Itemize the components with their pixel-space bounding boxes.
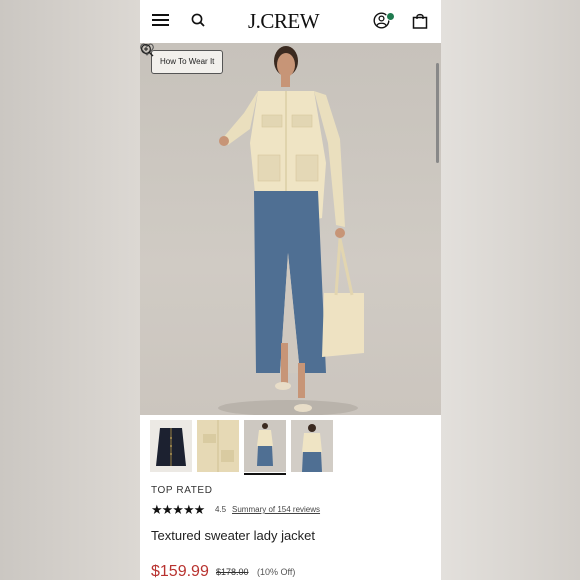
product-hero-image[interactable]: How To Wear It bbox=[140, 43, 441, 415]
reviews-summary-link[interactable]: Summary of 154 reviews bbox=[232, 505, 320, 514]
selected-thumbnail-indicator bbox=[244, 473, 286, 475]
thumbnail-image bbox=[244, 420, 286, 472]
thumbnail-image bbox=[150, 420, 192, 472]
background-left bbox=[0, 0, 140, 580]
rating-stars: ★★★★★ bbox=[151, 502, 205, 517]
rating-value: 4.5 bbox=[215, 505, 227, 514]
shopping-bag-icon[interactable] bbox=[412, 13, 428, 29]
top-rated-badge: TOP RATED bbox=[151, 485, 213, 496]
discount-label: (10% Off) bbox=[257, 567, 296, 577]
model-photo bbox=[218, 46, 364, 415]
thumbnail-jacket-detail[interactable] bbox=[197, 420, 239, 472]
site-header: J.CREW bbox=[140, 0, 441, 43]
product-title: Textured sweater lady jacket bbox=[151, 528, 316, 543]
thumbnail-image bbox=[197, 420, 239, 472]
brand-logo[interactable]: J.CREW bbox=[248, 9, 320, 34]
background-right bbox=[441, 0, 580, 580]
thumbnail-image bbox=[291, 420, 333, 472]
phone-screen: J.CREW How To Wear It TOP RATED ★★★★★ 4.… bbox=[140, 0, 441, 580]
zoom-in-icon[interactable] bbox=[140, 43, 154, 57]
search-icon[interactable] bbox=[191, 13, 205, 27]
scrollbar[interactable] bbox=[436, 63, 439, 163]
menu-icon[interactable] bbox=[152, 13, 169, 27]
original-price: $178.00 bbox=[216, 567, 249, 577]
thumbnail-back-view[interactable] bbox=[291, 420, 333, 472]
account-status-badge bbox=[386, 12, 395, 21]
how-to-wear-button[interactable]: How To Wear It bbox=[151, 50, 224, 74]
sale-price: $159.99 bbox=[151, 563, 209, 580]
thumbnail-full-look[interactable] bbox=[244, 420, 286, 472]
thumbnail-navy-jacket[interactable] bbox=[150, 420, 192, 472]
